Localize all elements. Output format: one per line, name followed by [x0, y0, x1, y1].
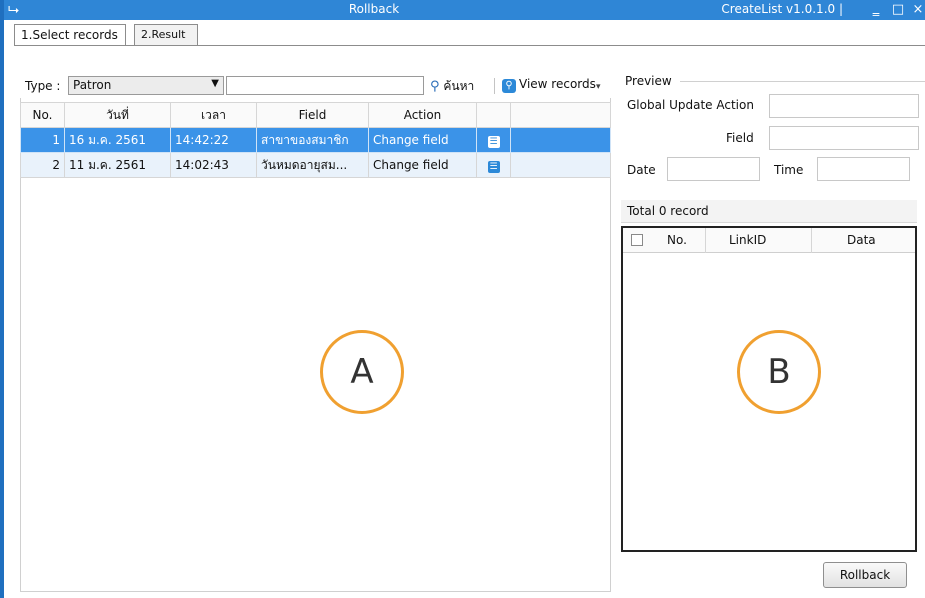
column-header-no[interactable]: No.: [667, 233, 687, 247]
column-header-data[interactable]: Data: [847, 233, 876, 247]
close-button[interactable]: ×: [909, 0, 925, 20]
toolbar-separator: [494, 78, 495, 94]
table-row[interactable]: 2 11 ม.ค. 2561 14:02:43 วันหมดอายุสม... …: [20, 152, 611, 178]
row-icon-cell[interactable]: ☰: [476, 127, 511, 153]
table-header-row: No. วันที่ เวลา Field Action: [20, 102, 611, 128]
column-header-filler: [510, 102, 611, 128]
column-header-linkid[interactable]: LinkID: [729, 233, 766, 247]
row-field: สาขาของสมาชิก: [256, 127, 369, 153]
row-date: 16 ม.ค. 2561: [64, 127, 171, 153]
total-record-bar: Total 0 record: [621, 200, 917, 223]
field-field[interactable]: [769, 126, 919, 150]
tab-select-records[interactable]: 1.Select records: [14, 24, 126, 46]
column-header-field[interactable]: Field: [256, 102, 369, 128]
list-icon[interactable]: ☰: [487, 135, 500, 148]
search-icon: ⚲: [430, 79, 440, 94]
column-divider: [705, 228, 706, 253]
date-field[interactable]: [667, 157, 760, 181]
column-header-action[interactable]: Action: [368, 102, 477, 128]
row-filler: [510, 127, 611, 153]
row-icon-cell[interactable]: ☰: [476, 152, 511, 178]
minimize-button[interactable]: ‗: [867, 0, 885, 20]
time-label: Time: [774, 163, 804, 177]
tab-divider: [14, 45, 925, 46]
row-action: Change field: [368, 152, 477, 178]
app-version: CreateList v1.0.1.0 |: [721, 2, 843, 16]
column-header-icon: [476, 102, 511, 128]
row-field: วันหมดอายุสม...: [256, 152, 369, 178]
global-update-action-field[interactable]: [769, 94, 919, 118]
global-update-action-label: Global Update Action: [627, 98, 754, 112]
row-no: 1: [20, 127, 65, 153]
view-records-button[interactable]: ⚲ View records: [502, 77, 596, 95]
toolbar-overflow-icon[interactable]: ▾: [596, 82, 601, 92]
search-input[interactable]: [226, 76, 424, 95]
records-toolbar: Type : Patron ▼ ⚲ ค้นหา ⚲ View records ▾: [20, 74, 611, 98]
row-filler: [510, 152, 611, 178]
row-date: 11 ม.ค. 2561: [64, 152, 171, 178]
maximize-button[interactable]: □: [889, 0, 907, 20]
view-records-icon: ⚲: [502, 79, 516, 93]
rollback-button[interactable]: Rollback: [823, 562, 907, 588]
row-time: 14:42:22: [170, 127, 257, 153]
field-label: Field: [726, 131, 754, 145]
search-button-label: ค้นหา: [443, 79, 475, 93]
view-records-label: View records: [519, 77, 596, 91]
table-row[interactable]: 1 16 ม.ค. 2561 14:42:22 สาขาของสมาชิก Ch…: [20, 127, 611, 153]
tab-result[interactable]: 2.Result: [134, 24, 198, 45]
column-header-no[interactable]: No.: [20, 102, 65, 128]
row-action: Change field: [368, 127, 477, 153]
result-table-header: No. LinkID Data: [623, 228, 915, 253]
row-no: 2: [20, 152, 65, 178]
date-label: Date: [627, 163, 656, 177]
total-record-text: Total 0 record: [627, 204, 709, 218]
type-dropdown[interactable]: Patron ▼: [68, 76, 224, 95]
time-field[interactable]: [817, 157, 910, 181]
preview-divider: [680, 81, 925, 82]
column-header-date[interactable]: วันที่: [64, 102, 171, 128]
preview-legend: Preview: [625, 74, 672, 88]
column-header-time[interactable]: เวลา: [170, 102, 257, 128]
window-title: Rollback: [348, 2, 400, 16]
select-all-checkbox[interactable]: [631, 234, 643, 246]
row-time: 14:02:43: [170, 152, 257, 178]
type-dropdown-value: Patron: [73, 78, 112, 92]
chevron-down-icon: ▼: [211, 78, 219, 89]
marker-b: B: [737, 330, 821, 414]
column-divider: [811, 228, 812, 253]
records-table: No. วันที่ เวลา Field Action 1 16 ม.ค. 2…: [20, 102, 611, 178]
marker-a: A: [320, 330, 404, 414]
title-bar[interactable]: ⮡ Rollback CreateList v1.0.1.0 | ‗ □ ×: [4, 0, 925, 20]
search-button[interactable]: ⚲ ค้นหา: [430, 77, 474, 95]
list-icon[interactable]: ☰: [487, 160, 500, 173]
type-label: Type :: [25, 79, 61, 93]
